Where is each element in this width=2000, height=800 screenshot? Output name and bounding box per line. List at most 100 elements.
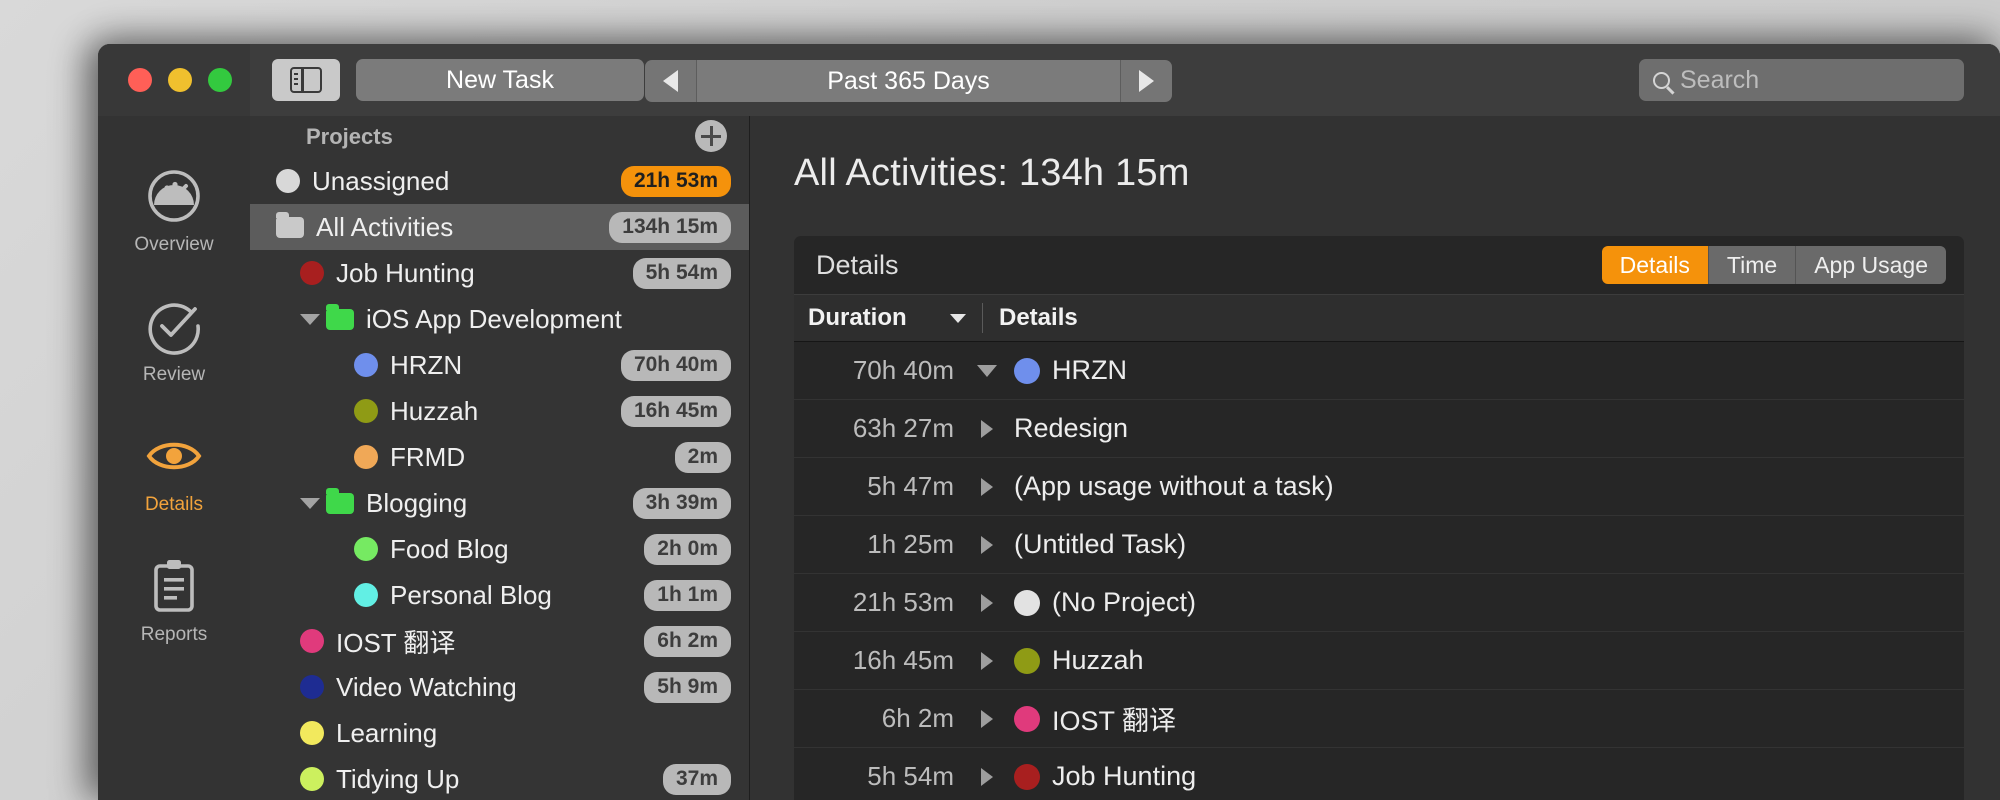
zoom-window-button[interactable] xyxy=(208,68,232,92)
project-name: Job Hunting xyxy=(336,258,475,289)
table-row[interactable]: 63h 27mRedesign xyxy=(794,400,1964,458)
segment-app-usage[interactable]: App Usage xyxy=(1795,246,1946,284)
project-row[interactable]: Blogging 3h 39m xyxy=(250,480,749,526)
project-row[interactable]: IOST 翻译 6h 2m xyxy=(250,618,749,664)
search-input[interactable]: Search xyxy=(1639,59,1964,101)
row-color-dot xyxy=(1014,648,1040,674)
disclosure-triangle-icon[interactable] xyxy=(300,314,320,325)
row-color-dot xyxy=(1014,764,1040,790)
project-name: IOST 翻译 xyxy=(336,623,455,660)
sidebar-item-reports-label: Reports xyxy=(141,624,208,646)
table-row[interactable]: 70h 40mHRZN xyxy=(794,342,1964,400)
new-task-label: New Task xyxy=(446,66,554,95)
chevron-down-icon[interactable] xyxy=(950,314,966,323)
row-disclosure-button[interactable] xyxy=(960,594,1014,612)
add-project-button[interactable] xyxy=(695,120,727,152)
column-header-duration[interactable]: Duration xyxy=(794,304,944,332)
next-range-button[interactable] xyxy=(1120,60,1172,102)
row-label: Redesign xyxy=(1014,413,1128,444)
project-row[interactable]: Food Blog2h 0m xyxy=(250,526,749,572)
project-list: Unassigned21h 53mAll Activities134h 15mJ… xyxy=(250,158,749,800)
project-row[interactable]: Huzzah16h 45m xyxy=(250,388,749,434)
project-row[interactable]: Tidying Up37m xyxy=(250,756,749,800)
project-color-dot xyxy=(354,583,378,607)
row-label: HRZN xyxy=(1052,355,1127,386)
table-row[interactable]: 21h 53m(No Project) xyxy=(794,574,1964,632)
project-row[interactable]: Video Watching5h 9m xyxy=(250,664,749,710)
window-controls xyxy=(98,44,250,116)
project-color-dot xyxy=(354,445,378,469)
project-duration-badge: 5h 54m xyxy=(633,258,731,289)
disclosure-triangle-icon[interactable] xyxy=(300,498,320,509)
row-duration: 16h 45m xyxy=(794,645,960,676)
segment-time[interactable]: Time xyxy=(1708,246,1795,284)
row-disclosure-button[interactable] xyxy=(960,478,1014,496)
row-duration: 5h 54m xyxy=(794,761,960,792)
sidebar-item-overview[interactable]: Overview xyxy=(98,146,250,276)
project-duration-badge: 16h 45m xyxy=(621,396,731,427)
triangle-right-icon xyxy=(981,594,993,612)
row-color-dot xyxy=(1014,590,1040,616)
column-divider xyxy=(982,303,983,333)
project-name: All Activities xyxy=(316,212,453,243)
project-duration-badge: 70h 40m xyxy=(621,350,731,381)
row-disclosure-button[interactable] xyxy=(960,710,1014,728)
search-icon xyxy=(1653,72,1670,89)
row-label: (No Project) xyxy=(1052,587,1196,618)
project-row[interactable]: HRZN70h 40m xyxy=(250,342,749,388)
project-name: Blogging xyxy=(366,488,467,519)
table-row[interactable]: 16h 45mHuzzah xyxy=(794,632,1964,690)
sidebar-item-review[interactable]: Review xyxy=(98,276,250,406)
project-color-dot xyxy=(354,353,378,377)
project-name: Video Watching xyxy=(336,672,517,703)
sidebar-item-details-label: Details xyxy=(145,494,203,516)
table-row[interactable]: 5h 54mJob Hunting xyxy=(794,748,1964,800)
projects-header: Projects xyxy=(250,116,749,158)
sidebar-item-details[interactable]: Details xyxy=(98,406,250,536)
project-row[interactable]: Personal Blog1h 1m xyxy=(250,572,749,618)
titlebar: New Task Past 365 Days Search xyxy=(98,44,2000,116)
project-duration-badge: 2m xyxy=(675,442,731,473)
table-row[interactable]: 6h 2mIOST 翻译 xyxy=(794,690,1964,748)
project-name: iOS App Development xyxy=(366,304,622,335)
date-range-control: Past 365 Days xyxy=(645,60,1172,102)
project-color-dot xyxy=(300,675,324,699)
row-disclosure-button[interactable] xyxy=(960,768,1014,786)
row-color-dot xyxy=(1014,706,1040,732)
project-duration-badge: 6h 2m xyxy=(644,626,731,657)
gauge-icon xyxy=(145,167,203,225)
triangle-left-icon xyxy=(663,70,678,92)
sidebar-toggle-button[interactable] xyxy=(272,59,340,101)
sidebar-item-reports[interactable]: Reports xyxy=(98,536,250,666)
project-name: Unassigned xyxy=(312,166,449,197)
row-label: (Untitled Task) xyxy=(1014,529,1186,560)
triangle-right-icon xyxy=(981,710,993,728)
project-row[interactable]: FRMD2m xyxy=(250,434,749,480)
project-row[interactable]: Job Hunting 5h 54m xyxy=(250,250,749,296)
row-disclosure-button[interactable] xyxy=(960,420,1014,438)
details-card-header: Details DetailsTimeApp Usage xyxy=(794,236,1964,294)
new-task-button[interactable]: New Task xyxy=(356,59,644,101)
segment-details[interactable]: Details xyxy=(1602,246,1708,284)
close-window-button[interactable] xyxy=(128,68,152,92)
row-disclosure-button[interactable] xyxy=(960,652,1014,670)
projects-pane: Projects Unassigned21h 53mAll Activities… xyxy=(250,116,750,800)
date-range-button[interactable]: Past 365 Days xyxy=(697,60,1120,102)
previous-range-button[interactable] xyxy=(645,60,697,102)
project-duration-badge: 3h 39m xyxy=(633,488,731,519)
table-row[interactable]: 5h 47m(App usage without a task) xyxy=(794,458,1964,516)
column-header-details[interactable]: Details xyxy=(999,304,1078,332)
row-disclosure-button[interactable] xyxy=(960,536,1014,554)
minimize-window-button[interactable] xyxy=(168,68,192,92)
project-name: Tidying Up xyxy=(336,764,459,795)
row-color-dot xyxy=(1014,358,1040,384)
project-color-dot xyxy=(300,261,324,285)
project-row[interactable]: iOS App Development xyxy=(250,296,749,342)
project-row[interactable]: All Activities134h 15m xyxy=(250,204,749,250)
row-duration: 5h 47m xyxy=(794,471,960,502)
project-row[interactable]: Unassigned21h 53m xyxy=(250,158,749,204)
navigation-rail: Overview Review Details Re xyxy=(98,116,250,800)
project-row[interactable]: Learning xyxy=(250,710,749,756)
table-row[interactable]: 1h 25m(Untitled Task) xyxy=(794,516,1964,574)
row-disclosure-button[interactable] xyxy=(960,365,1014,377)
